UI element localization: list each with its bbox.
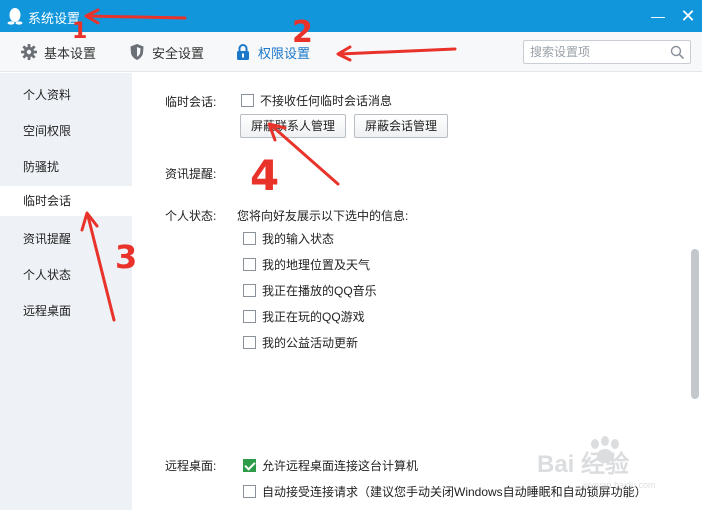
search-input[interactable] xyxy=(530,44,666,60)
reject-temp-chat-option[interactable]: 不接收任何临时会话消息 xyxy=(241,92,392,109)
remote-allow-option[interactable]: 允许远程桌面连接这台计算机 xyxy=(243,457,418,474)
tab-permission-settings[interactable]: 权限设置 xyxy=(234,32,310,72)
reject-temp-chat-label: 不接收任何临时会话消息 xyxy=(260,94,393,108)
status-option-charity[interactable]: 我的公益活动更新 xyxy=(243,334,358,351)
status-intro-text: 您将向好友展示以下选中的信息: xyxy=(237,209,409,223)
remote-allow-label: 允许远程桌面连接这台计算机 xyxy=(262,459,419,473)
tab-basic-settings[interactable]: 基本设置 xyxy=(20,32,96,72)
status-location-checkbox[interactable] xyxy=(243,258,256,271)
status-music-checkbox[interactable] xyxy=(243,284,256,297)
status-typing-label: 我的输入状态 xyxy=(262,232,335,246)
sidebar: 个人资料 空间权限 防骚扰 临时会话 资讯提醒 个人状态 远程桌面 xyxy=(0,73,132,510)
remote-auto-accept-checkbox[interactable] xyxy=(243,485,256,498)
watermark-sub-text: jingyan.baidu.com xyxy=(582,480,656,490)
search-box[interactable] xyxy=(523,40,691,64)
status-game-checkbox[interactable] xyxy=(243,310,256,323)
status-game-label: 我正在玩的QQ游戏 xyxy=(262,310,365,324)
remote-desktop-label: 远程桌面: xyxy=(165,459,217,473)
gear-icon xyxy=(20,43,38,61)
sidebar-item-status[interactable]: 个人状态 xyxy=(0,260,132,290)
sidebar-item-temp-chat[interactable]: 临时会话 xyxy=(0,186,132,216)
blocked-sessions-button[interactable]: 屏蔽会话管理 xyxy=(354,114,449,138)
search-icon[interactable] xyxy=(670,45,685,60)
temp-chat-label: 临时会话: xyxy=(165,95,217,109)
content-scrollbar[interactable] xyxy=(688,73,702,510)
status-option-typing[interactable]: 我的输入状态 xyxy=(243,230,334,247)
tab-security-label: 安全设置 xyxy=(152,45,205,61)
status-music-label: 我正在播放的QQ音乐 xyxy=(262,284,377,298)
status-charity-label: 我的公益活动更新 xyxy=(262,336,359,350)
sidebar-item-space-permission[interactable]: 空间权限 xyxy=(0,116,132,146)
tab-permission-label: 权限设置 xyxy=(258,45,311,61)
close-button[interactable]: ✕ xyxy=(678,6,698,26)
status-location-label: 我的地理位置及天气 xyxy=(262,258,371,272)
watermark-text: Bai 经验 xyxy=(537,450,629,478)
news-label: 资讯提醒: xyxy=(165,167,217,181)
status-option-game[interactable]: 我正在玩的QQ游戏 xyxy=(243,308,365,325)
status-charity-checkbox[interactable] xyxy=(243,336,256,349)
title-bar: 系统设置 — ✕ xyxy=(0,0,702,32)
baidu-jingyan-watermark: Bai 经验 jingyan.baidu.com xyxy=(537,436,656,490)
status-option-location[interactable]: 我的地理位置及天气 xyxy=(243,256,370,273)
lock-icon xyxy=(234,43,252,61)
sidebar-item-remote-desktop[interactable]: 远程桌面 xyxy=(0,296,132,326)
sidebar-item-profile[interactable]: 个人资料 xyxy=(0,80,132,110)
penguin-logo-icon xyxy=(7,8,23,25)
status-label: 个人状态: xyxy=(165,209,217,223)
blocked-contacts-button[interactable]: 屏蔽联系人管理 xyxy=(240,114,347,138)
settings-toolbar: 基本设置 安全设置 权限设置 xyxy=(0,32,702,72)
tab-basic-label: 基本设置 xyxy=(44,45,97,61)
shield-icon xyxy=(128,43,146,61)
tab-security-settings[interactable]: 安全设置 xyxy=(128,32,204,72)
window-title: 系统设置 xyxy=(28,11,81,26)
minimize-button[interactable]: — xyxy=(648,6,668,26)
remote-allow-checkbox[interactable] xyxy=(243,459,256,472)
status-option-music[interactable]: 我正在播放的QQ音乐 xyxy=(243,282,377,299)
sidebar-item-anti-harassment[interactable]: 防骚扰 xyxy=(0,152,132,182)
sidebar-item-news[interactable]: 资讯提醒 xyxy=(0,224,132,254)
reject-temp-chat-checkbox[interactable] xyxy=(241,94,254,107)
scrollbar-thumb[interactable] xyxy=(691,249,699,399)
status-typing-checkbox[interactable] xyxy=(243,232,256,245)
